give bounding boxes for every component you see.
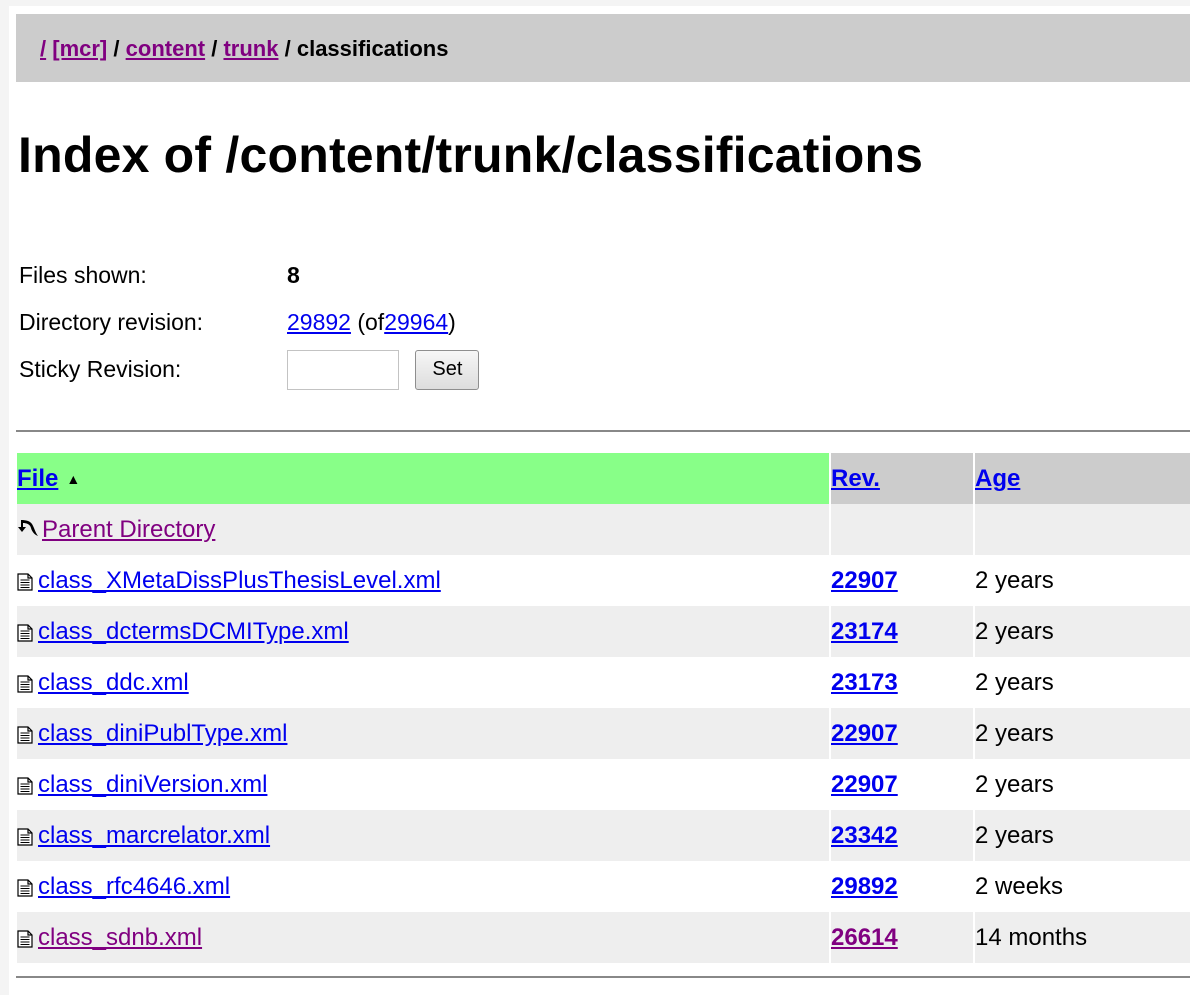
- breadcrumb-separator: /: [284, 36, 291, 61]
- directory-info: Files shown: 8 Directory revision: 29892…: [19, 252, 480, 393]
- file-link[interactable]: class_marcrelator.xml: [38, 822, 270, 849]
- file-cell: class_marcrelator.xml: [17, 810, 829, 861]
- table-row: class_ddc.xml 23173 2 years: [17, 657, 1190, 708]
- text-file-icon: [17, 723, 33, 744]
- age-cell: 2 years: [973, 810, 1190, 861]
- rev-cell: 22907: [829, 708, 973, 759]
- file-table: File ▲ Rev. Age Parent Directory class_X…: [17, 453, 1190, 963]
- breadcrumb-root-link[interactable]: /: [40, 36, 46, 61]
- revision-link[interactable]: 22907: [831, 720, 898, 747]
- file-link[interactable]: class_sdnb.xml: [38, 924, 202, 951]
- breadcrumb-trunk-link[interactable]: trunk: [223, 36, 278, 61]
- text-file-icon: [17, 621, 33, 642]
- file-link[interactable]: class_dctermsDCMIType.xml: [38, 618, 349, 645]
- breadcrumb-separator: /: [211, 36, 218, 61]
- sticky-revision-input[interactable]: [287, 349, 399, 390]
- files-shown-count: 8: [287, 262, 300, 288]
- breadcrumb: / [mcr] / content / trunk / classificati…: [40, 36, 448, 62]
- revision-link[interactable]: 22907: [831, 771, 898, 798]
- rev-cell: 26614: [829, 912, 973, 963]
- page: / [mcr] / content / trunk / classificati…: [9, 6, 1190, 995]
- files-shown-row: Files shown: 8: [19, 252, 479, 299]
- parent-directory-cell: Parent Directory: [17, 504, 829, 555]
- table-row: class_diniVersion.xml 22907 2 years: [17, 759, 1190, 810]
- breadcrumb-bar: / [mcr] / content / trunk / classificati…: [16, 14, 1190, 82]
- breadcrumb-current: classifications: [296, 36, 449, 61]
- parent-rev-cell: [829, 504, 973, 555]
- file-cell: class_ddc.xml: [17, 657, 829, 708]
- sort-by-file-link[interactable]: File: [17, 465, 58, 492]
- breadcrumb-repo-link[interactable]: [mcr]: [52, 36, 107, 61]
- table-row: class_rfc4646.xml 29892 2 weeks: [17, 861, 1190, 912]
- revision-link[interactable]: 23342: [831, 822, 898, 849]
- divider: [16, 430, 1190, 432]
- rev-cell: 23342: [829, 810, 973, 861]
- directory-revision-row: Directory revision: 29892 (of29964): [19, 299, 479, 346]
- rev-cell: 22907: [829, 555, 973, 606]
- revision-link[interactable]: 22907: [831, 567, 898, 594]
- revision-of-close: ): [448, 309, 456, 335]
- breadcrumb-content-link[interactable]: content: [126, 36, 205, 61]
- revision-link[interactable]: 23174: [831, 618, 898, 645]
- table-row: class_marcrelator.xml 23342 2 years: [17, 810, 1190, 861]
- rev-cell: 23173: [829, 657, 973, 708]
- revision-link[interactable]: 29892: [831, 873, 898, 900]
- page-title: Index of /content/trunk/classifications: [18, 127, 924, 183]
- breadcrumb-separator: /: [113, 36, 120, 61]
- file-cell: class_dctermsDCMIType.xml: [17, 606, 829, 657]
- text-file-icon: [17, 774, 33, 795]
- text-file-icon: [17, 825, 33, 846]
- sort-by-age-link[interactable]: Age: [975, 465, 1020, 492]
- file-cell: class_rfc4646.xml: [17, 861, 829, 912]
- directory-revision-link[interactable]: 29892: [287, 309, 351, 335]
- file-cell: class_diniVersion.xml: [17, 759, 829, 810]
- divider: [16, 976, 1190, 978]
- files-shown-label: Files shown:: [19, 262, 147, 288]
- revision-link[interactable]: 23173: [831, 669, 898, 696]
- table-header-row: File ▲ Rev. Age: [17, 453, 1190, 504]
- sticky-revision-row: Sticky Revision: Set: [19, 346, 480, 393]
- file-link[interactable]: class_rfc4646.xml: [38, 873, 230, 900]
- rev-column-header: Rev.: [829, 453, 973, 504]
- file-link[interactable]: class_ddc.xml: [38, 669, 189, 696]
- age-cell: 2 years: [973, 606, 1190, 657]
- table-row: class_dctermsDCMIType.xml 23174 2 years: [17, 606, 1190, 657]
- directory-revision-label: Directory revision:: [19, 309, 204, 335]
- age-column-header: Age: [973, 453, 1190, 504]
- age-cell: 2 years: [973, 657, 1190, 708]
- rev-cell: 29892: [829, 861, 973, 912]
- text-file-icon: [17, 927, 33, 948]
- age-cell: 14 months: [973, 912, 1190, 963]
- file-cell: class_XMetaDissPlusThesisLevel.xml: [17, 555, 829, 606]
- head-revision-link[interactable]: 29964: [384, 309, 448, 335]
- rev-cell: 22907: [829, 759, 973, 810]
- set-button[interactable]: Set: [415, 349, 480, 390]
- age-cell: 2 years: [973, 708, 1190, 759]
- table-row: class_XMetaDissPlusThesisLevel.xml 22907 2…: [17, 555, 1190, 606]
- age-cell: 2 years: [973, 759, 1190, 810]
- sort-ascending-icon: ▲: [66, 470, 81, 487]
- revision-of-text: (of: [357, 309, 385, 335]
- age-cell: 2 years: [973, 555, 1190, 606]
- parent-directory-link[interactable]: Parent Directory: [42, 516, 215, 543]
- sort-by-rev-link[interactable]: Rev.: [831, 465, 880, 492]
- table-row: class_diniPublType.xml 22907 2 years: [17, 708, 1190, 759]
- age-cell: 2 weeks: [973, 861, 1190, 912]
- file-cell: class_sdnb.xml: [17, 912, 829, 963]
- file-link[interactable]: class_XMetaDissPlusThesisLevel.xml: [38, 567, 441, 594]
- back-arrow-icon: [17, 517, 39, 537]
- rev-cell: 23174: [829, 606, 973, 657]
- text-file-icon: [17, 570, 33, 591]
- file-cell: class_diniPublType.xml: [17, 708, 829, 759]
- file-column-header: File ▲: [17, 453, 829, 504]
- parent-age-cell: [973, 504, 1190, 555]
- file-link[interactable]: class_diniVersion.xml: [38, 771, 267, 798]
- table-row: class_sdnb.xml 26614 14 months: [17, 912, 1190, 963]
- revision-link[interactable]: 26614: [831, 924, 898, 951]
- file-link[interactable]: class_diniPublType.xml: [38, 720, 287, 747]
- sticky-revision-label: Sticky Revision:: [19, 356, 182, 382]
- parent-directory-row: Parent Directory: [17, 504, 1190, 555]
- text-file-icon: [17, 876, 33, 897]
- text-file-icon: [17, 672, 33, 693]
